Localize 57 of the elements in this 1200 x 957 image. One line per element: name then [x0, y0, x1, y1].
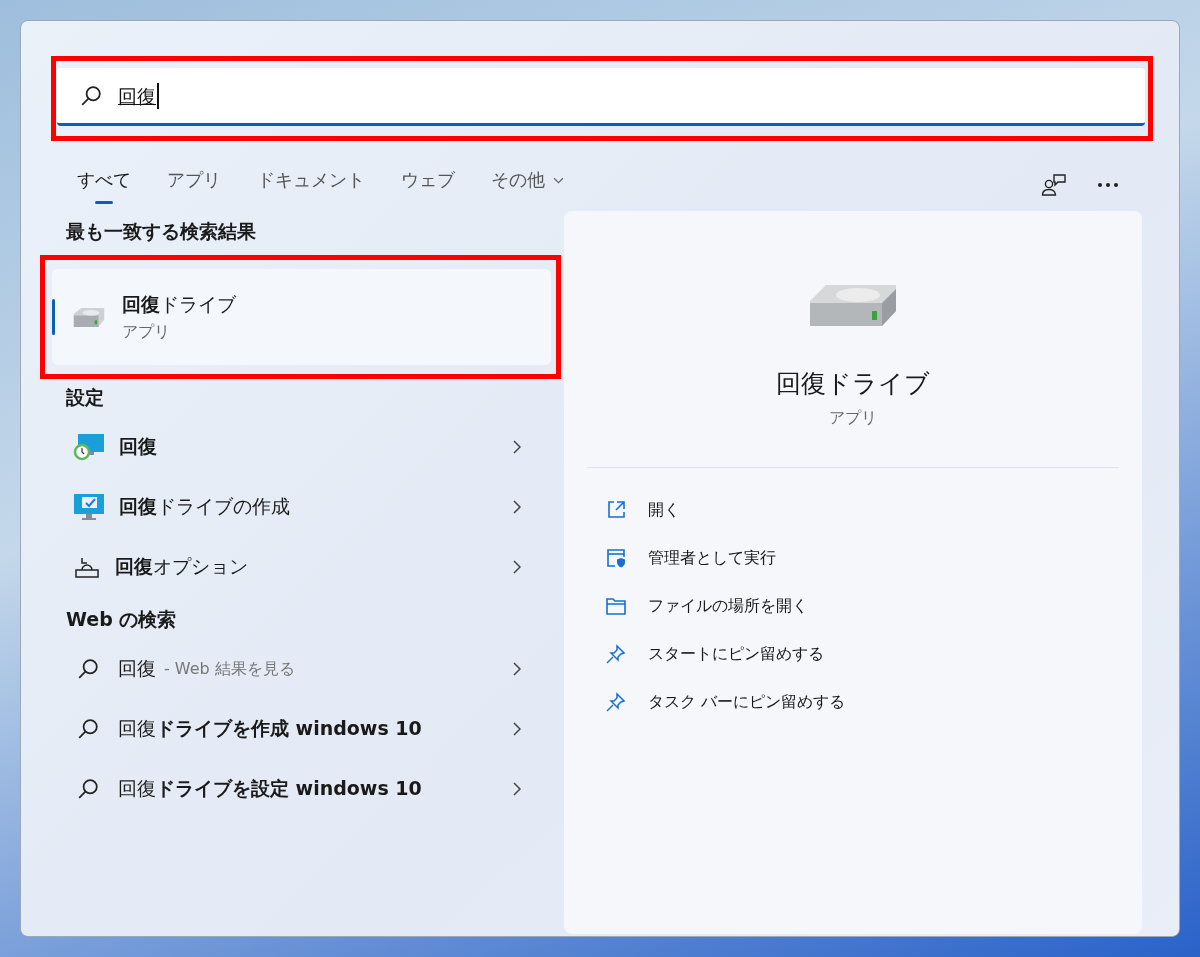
pin-icon: [606, 692, 626, 712]
app-type: アプリ: [829, 408, 877, 429]
result-label: 回復オプション: [115, 554, 248, 579]
settings-result[interactable]: 回復ドライブの作成: [40, 477, 561, 537]
action-item[interactable]: タスク バーにピン留めする: [606, 678, 1142, 726]
section-heading: 最も一致する検索結果: [65, 219, 257, 244]
filter-tab[interactable]: ウェブ: [401, 168, 455, 202]
settings-result[interactable]: 回復オプション: [40, 537, 561, 597]
result-title: 回復ドライブ: [122, 291, 236, 317]
action-label: 管理者として実行: [648, 547, 776, 569]
search-field[interactable]: 回復: [57, 68, 1145, 126]
filter-tab[interactable]: アプリ: [167, 168, 221, 202]
chevron-icon: [513, 782, 521, 796]
chevron-icon: [513, 560, 521, 574]
more-icon[interactable]: [1097, 182, 1119, 188]
action-item[interactable]: ファイルの場所を開く: [606, 582, 1142, 630]
action-item[interactable]: 管理者として実行: [606, 534, 1142, 582]
action-item[interactable]: スタートにピン留めする: [606, 630, 1142, 678]
monitor-icon: [73, 493, 105, 521]
search-icon: [77, 718, 99, 740]
action-item[interactable]: 開く: [606, 486, 1142, 534]
result-label: 回復: [118, 656, 156, 681]
feedback-icon[interactable]: [1041, 173, 1067, 197]
monitor-icon: [73, 433, 105, 461]
result-label: 回復ドライブの作成: [119, 494, 290, 519]
web-result[interactable]: 回復ドライブを作成 windows 10: [40, 699, 561, 759]
settings-result[interactable]: 回復: [40, 417, 561, 477]
filter-tab[interactable]: その他: [491, 168, 564, 202]
pin-icon: [606, 644, 626, 664]
web-result[interactable]: 回復 - Web 結果を見る: [40, 639, 561, 699]
action-label: 開く: [648, 499, 680, 521]
action-label: スタートにピン留めする: [648, 643, 824, 665]
search-icon: [77, 778, 99, 800]
result-label: 回復: [119, 434, 157, 459]
result-type: アプリ: [122, 321, 171, 343]
search-icon: [80, 84, 102, 107]
action-label: タスク バーにピン留めする: [648, 691, 846, 713]
external-link-icon: [606, 500, 626, 520]
chevron-icon: [513, 722, 521, 736]
chevron-icon: [513, 662, 521, 676]
app-title: 回復ドライブ: [776, 368, 930, 400]
filter-tab[interactable]: ドキュメント: [257, 168, 365, 202]
chevron-icon: [513, 440, 521, 454]
web-result[interactable]: 回復ドライブを設定 windows 10: [40, 759, 561, 819]
action-label: ファイルの場所を開く: [648, 595, 808, 617]
filter-tab[interactable]: すべて: [77, 168, 131, 202]
result-label: 回復ドライブを設定 windows 10: [118, 776, 422, 801]
search-icon: [77, 658, 99, 680]
shield-window-icon: [606, 548, 626, 568]
folder-icon: [606, 597, 626, 615]
best-match-item[interactable]: 回復ドライブ アプリ: [52, 269, 551, 365]
result-label: 回復ドライブを作成 windows 10: [118, 716, 422, 741]
chevron-icon: [513, 500, 521, 514]
drive-icon: [73, 555, 101, 579]
section-heading: 設定: [65, 385, 105, 410]
result-hint: - Web 結果を見る: [164, 658, 295, 680]
section-heading: Web の検索: [65, 607, 178, 632]
